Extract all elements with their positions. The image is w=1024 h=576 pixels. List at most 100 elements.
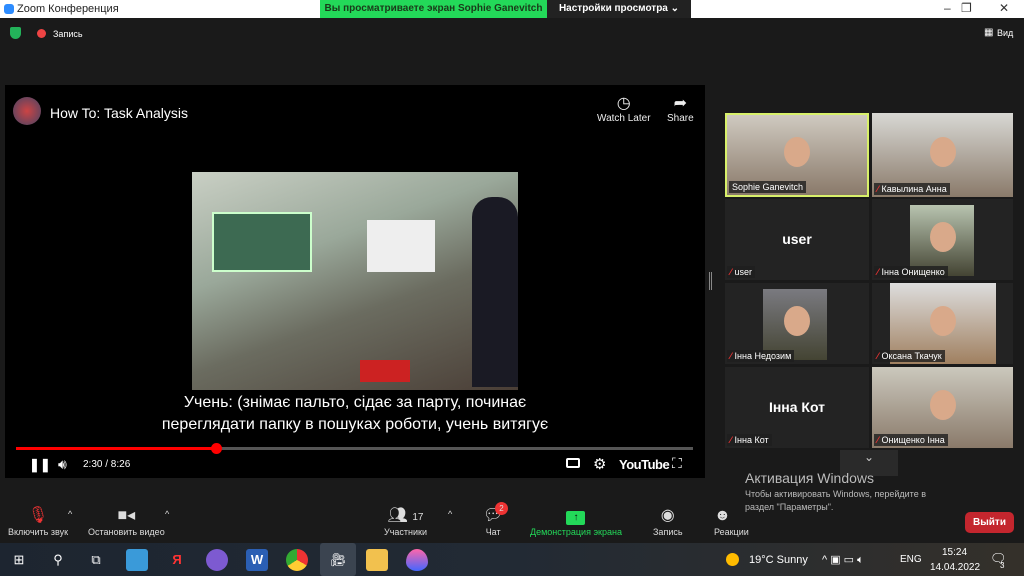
muted-mic-icon: ⁄ bbox=[730, 351, 732, 361]
minimize-button[interactable]: – bbox=[944, 1, 951, 15]
unmute-label: Включить звук bbox=[8, 527, 69, 537]
captions-icon[interactable] bbox=[566, 458, 580, 468]
word-icon[interactable]: W bbox=[246, 549, 268, 571]
watch-later-button[interactable]: ◷ Watch Later bbox=[597, 93, 651, 124]
participant-tile[interactable]: ⁄ Кавылина Анна bbox=[872, 113, 1013, 197]
participant-name-label: ⁄ Оксана Ткачук bbox=[874, 350, 945, 362]
chrome-icon[interactable] bbox=[286, 549, 308, 571]
share-screen-button[interactable]: ↑ Демонстрация экрана bbox=[530, 505, 622, 537]
app-icon[interactable] bbox=[126, 549, 148, 571]
muted-mic-icon: ⁄ bbox=[877, 184, 879, 194]
windows-start-icon[interactable]: ⊞ bbox=[8, 549, 30, 571]
camera-icon: ■◂ bbox=[117, 507, 136, 524]
participant-name: Інна Онищенко bbox=[881, 267, 945, 277]
participant-name-label: ⁄ Онищенко Інна bbox=[874, 434, 948, 446]
share-label: Share bbox=[667, 113, 694, 124]
weather-text[interactable]: 19°C Sunny bbox=[749, 554, 808, 566]
video-frame[interactable] bbox=[192, 172, 518, 390]
participant-name: Інна Недозим bbox=[734, 351, 792, 361]
share-button[interactable]: ➦ Share bbox=[667, 93, 694, 124]
yandex-browser-icon[interactable]: Я bbox=[166, 549, 188, 571]
volume-icon[interactable]: 🔊︎ bbox=[58, 456, 67, 473]
zoom-taskbar-icon[interactable]: 🎥︎ bbox=[320, 543, 356, 576]
participant-face bbox=[929, 305, 956, 336]
participant-tile[interactable]: Інна Кот ⁄ Інна Кот bbox=[725, 367, 869, 448]
leave-button[interactable]: Выйти bbox=[965, 512, 1014, 533]
settings-gear-icon[interactable]: ⚙ bbox=[593, 455, 606, 473]
viewing-screen-label: Вы просматриваете экран Sophie Ganevitch bbox=[320, 0, 547, 18]
participant-name-placeholder: user bbox=[782, 231, 812, 247]
shared-screen: How To: Task Analysis ◷ Watch Later ➦ Sh… bbox=[5, 85, 705, 478]
participant-name-label: ⁄ Кавылина Анна bbox=[874, 183, 950, 195]
activation-title: Активация Windows bbox=[745, 470, 875, 486]
participant-face bbox=[929, 136, 956, 167]
record-button[interactable]: ◉ Запись bbox=[653, 505, 683, 537]
meeting-top-bar: Запись ▦ Вид bbox=[0, 18, 1024, 48]
view-options-dropdown[interactable]: Настройки просмотра ⌄ bbox=[547, 0, 691, 18]
participants-label: Участники bbox=[384, 527, 427, 537]
muted-mic-icon: ⁄ bbox=[877, 351, 879, 361]
participant-tile[interactable]: user ⁄ user bbox=[725, 199, 869, 280]
participants-chevron-icon[interactable]: ^ bbox=[448, 509, 452, 519]
clock-date[interactable]: 14.04.2022 bbox=[930, 562, 980, 573]
participant-tile[interactable]: Sophie Ganevitch bbox=[725, 113, 869, 197]
classroom-calendar bbox=[367, 220, 435, 272]
participant-face bbox=[929, 221, 956, 252]
record-label: Запись bbox=[653, 527, 683, 537]
participant-tile[interactable]: ⁄ Оксана Ткачук bbox=[872, 283, 1013, 364]
view-button[interactable]: Вид bbox=[997, 28, 1013, 38]
zoom-logo-icon bbox=[4, 4, 14, 14]
restore-button[interactable]: ❐ bbox=[961, 1, 972, 15]
participant-name-label: ⁄ Інна Онищенко bbox=[874, 266, 948, 278]
participant-name-label: ⁄ user bbox=[727, 266, 756, 278]
video-progress-bar[interactable] bbox=[16, 443, 693, 454]
people-icon: 👥︎ bbox=[387, 507, 408, 524]
task-view-icon[interactable]: ⧉ bbox=[85, 549, 107, 571]
participant-tile[interactable]: ⁄ Онищенко Інна bbox=[872, 367, 1013, 448]
youtube-logo[interactable]: YouTube bbox=[619, 457, 670, 472]
participant-face bbox=[929, 389, 956, 420]
splitter-handle[interactable] bbox=[709, 272, 712, 290]
participant-name: user bbox=[734, 267, 753, 277]
muted-mic-icon: ⁄ bbox=[877, 435, 879, 445]
close-button[interactable]: ✕ bbox=[999, 1, 1009, 15]
paint-app-icon[interactable] bbox=[406, 549, 428, 571]
channel-avatar[interactable] bbox=[13, 97, 41, 125]
exit-fullscreen-icon[interactable]: ⛶ bbox=[672, 455, 682, 472]
clock-time[interactable]: 15:24 bbox=[942, 547, 967, 558]
participants-count: 17 bbox=[412, 512, 424, 523]
security-shield-icon[interactable] bbox=[10, 27, 21, 39]
audio-options-chevron-icon[interactable]: ^ bbox=[68, 509, 72, 519]
muted-mic-icon: ⁄ bbox=[877, 267, 879, 277]
progress-scrubber[interactable] bbox=[211, 443, 223, 454]
pause-icon[interactable]: ❚❚ bbox=[29, 457, 51, 473]
stop-video-label: Остановить видео bbox=[88, 527, 165, 537]
gallery-collapse-chevron-icon[interactable]: ⌄ bbox=[840, 450, 898, 476]
unmute-button[interactable]: 🎙︎ Включить звук bbox=[8, 505, 68, 537]
participant-name-placeholder: Інна Кот bbox=[768, 399, 826, 415]
participant-name: Онищенко Інна bbox=[881, 435, 945, 445]
participant-name-label: ⁄ Інна Кот bbox=[727, 434, 772, 446]
participant-tile[interactable]: ⁄ Інна Онищенко bbox=[872, 199, 1013, 280]
subtitle-line-1: Учень: (знімає пальто, сідає за парту, п… bbox=[183, 394, 527, 411]
participant-tile[interactable]: ⁄ Інна Недозим bbox=[725, 283, 869, 364]
notifications-count: 3 bbox=[1000, 561, 1005, 570]
reactions-button[interactable]: ☻ Реакции bbox=[714, 505, 749, 537]
stop-video-button[interactable]: ■◂ Остановить видео bbox=[88, 505, 165, 537]
participants-button[interactable]: 👥︎ 17 Участники bbox=[384, 505, 427, 537]
subtitle-line-2: переглядати папку в пошуках роботи, учен… bbox=[161, 416, 549, 433]
screen-share-banner: Вы просматриваете экран Sophie Ganevitch… bbox=[320, 0, 691, 18]
watch-later-label: Watch Later bbox=[597, 113, 651, 124]
participant-name: Sophie Ganevitch bbox=[732, 182, 804, 192]
participant-face bbox=[784, 305, 810, 336]
reactions-label: Реакции bbox=[714, 527, 749, 537]
language-indicator[interactable]: ENG bbox=[900, 554, 922, 565]
video-options-chevron-icon[interactable]: ^ bbox=[165, 509, 169, 519]
video-title[interactable]: How To: Task Analysis bbox=[50, 105, 188, 121]
participant-name-label: Sophie Ganevitch bbox=[729, 181, 807, 193]
tray-icons[interactable]: ^ ▣ ▭ 🔈︎ bbox=[822, 553, 864, 567]
search-icon[interactable]: ⚲ bbox=[47, 549, 69, 571]
viber-icon[interactable] bbox=[206, 549, 228, 571]
meeting-toolbar: 🎙︎ Включить звук ^ ■◂ Остановить видео ^ 👥… bbox=[0, 495, 1024, 543]
file-explorer-icon[interactable] bbox=[366, 549, 388, 571]
